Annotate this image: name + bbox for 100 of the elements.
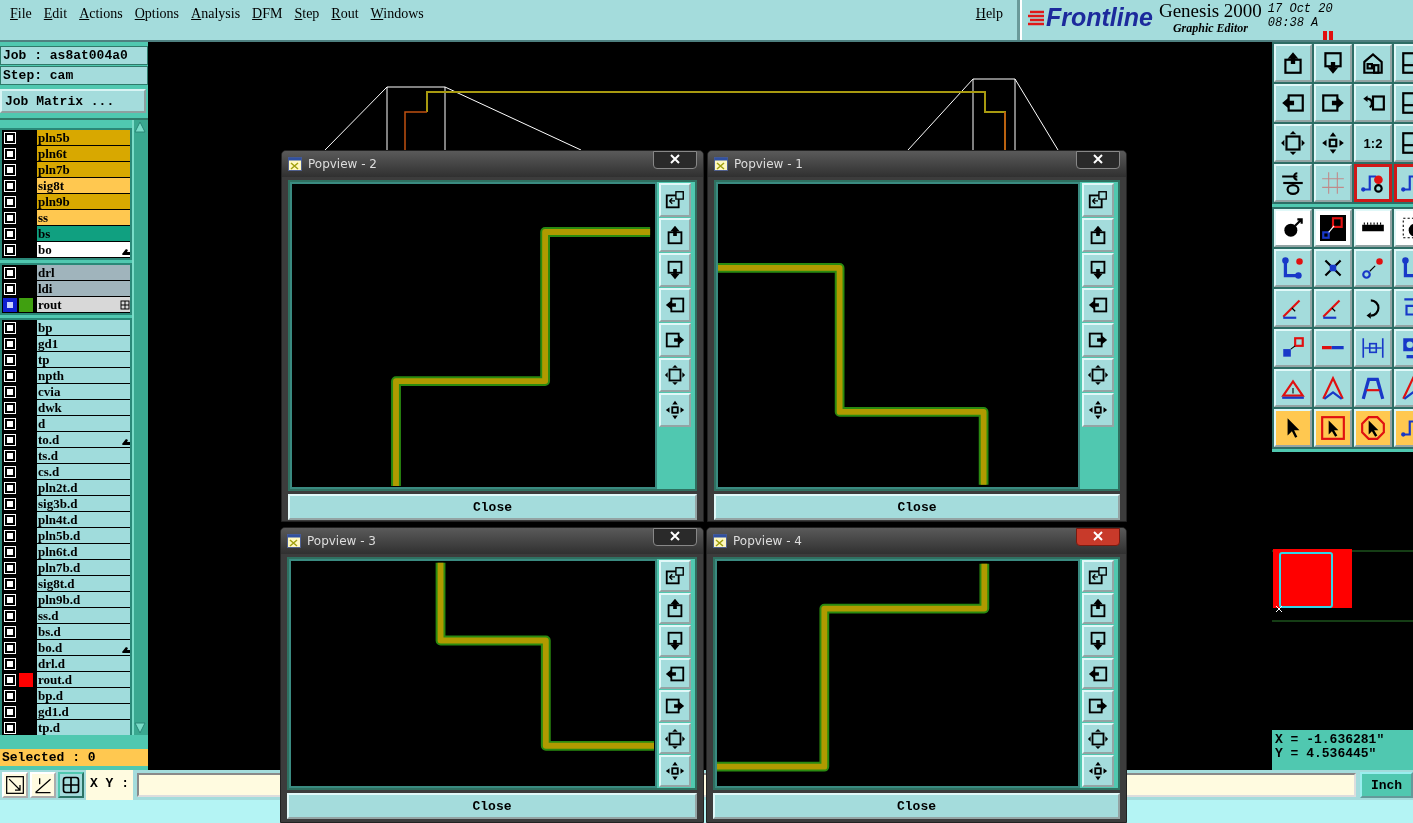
view-button[interactable] (659, 183, 691, 217)
layer-checkbox[interactable] (5, 323, 15, 333)
layer-checkbox[interactable] (5, 284, 15, 294)
layer-name-field[interactable]: cvia (37, 384, 130, 400)
view-button[interactable] (659, 657, 691, 690)
layer-checkbox[interactable] (5, 355, 15, 365)
layer-checkbox[interactable] (5, 197, 15, 207)
view-button[interactable] (659, 625, 691, 657)
view-button[interactable] (1082, 253, 1114, 287)
layer-name-field[interactable]: rout (37, 297, 130, 313)
view-button[interactable] (659, 755, 691, 788)
close-button[interactable] (1076, 151, 1120, 169)
view-button[interactable] (1082, 323, 1114, 357)
layer-checkbox[interactable] (5, 403, 15, 413)
layer-checkbox[interactable] (5, 499, 15, 509)
layer-checkbox[interactable] (5, 579, 15, 589)
layer-name-field[interactable]: npth (37, 368, 130, 384)
view-button[interactable] (659, 323, 691, 357)
menu-item[interactable]: Options (128, 6, 186, 22)
layer-name-field[interactable]: pln4t.d (37, 512, 130, 528)
tool-button[interactable] (58, 772, 84, 798)
view-button[interactable] (659, 560, 691, 592)
layer-name-field[interactable]: sig3b.d (37, 496, 130, 512)
layer-checkbox[interactable] (5, 627, 15, 637)
layer-name-field[interactable]: bo.d (37, 640, 130, 656)
layer-checkbox[interactable] (5, 643, 15, 653)
layer-name-field[interactable]: d (37, 416, 130, 432)
view-button[interactable] (659, 253, 691, 287)
layer-name-field[interactable]: dwk (37, 400, 130, 416)
menu-item[interactable]: Rout (325, 6, 365, 22)
layer-checkbox[interactable] (5, 339, 15, 349)
layer-name-field[interactable]: sig8t.d (37, 576, 130, 592)
view-button[interactable] (1082, 592, 1114, 625)
menu-item[interactable]: Step (288, 6, 326, 22)
layer-checkbox[interactable] (5, 707, 15, 717)
layer-name-field[interactable]: to.d (37, 432, 130, 448)
view-button[interactable] (1082, 657, 1114, 690)
layer-checkbox[interactable] (5, 467, 15, 477)
view-button[interactable] (659, 592, 691, 625)
layer-name-field[interactable]: bs (37, 226, 130, 242)
layer-name-field[interactable]: pln6t (37, 146, 130, 162)
layer-checkbox[interactable] (5, 611, 15, 621)
layer-name-field[interactable]: bo (37, 242, 130, 258)
layer-name-field[interactable]: ss (37, 210, 130, 226)
layer-name-field[interactable]: ldi (37, 281, 130, 297)
layer-name-field[interactable]: gd1.d (37, 704, 130, 720)
layer-checkbox[interactable] (5, 229, 15, 239)
layer-name-field[interactable]: tp (37, 352, 130, 368)
scrollbar[interactable] (132, 120, 148, 735)
layer-checkbox[interactable] (5, 387, 15, 397)
layer-checkbox[interactable] (5, 723, 15, 733)
layer-checkbox[interactable] (5, 133, 15, 143)
layer-checkbox[interactable] (5, 165, 15, 175)
layer-checkbox[interactable] (5, 515, 15, 525)
view-button[interactable] (659, 358, 691, 392)
close-button[interactable] (1076, 528, 1120, 546)
layer-name-field[interactable]: drl (37, 265, 130, 281)
view-button[interactable] (1082, 722, 1114, 755)
layer-name-field[interactable]: drl.d (37, 656, 130, 672)
view-button[interactable] (1082, 690, 1114, 722)
layer-name-field[interactable]: gd1 (37, 336, 130, 352)
menu-item[interactable]: Help (969, 6, 1009, 22)
close-button[interactable]: Close (287, 793, 697, 819)
layer-name-field[interactable]: bp.d (37, 688, 130, 704)
view-button[interactable] (1082, 393, 1114, 427)
layer-checkbox[interactable] (5, 563, 15, 573)
layer-name-field[interactable]: bs.d (37, 624, 130, 640)
layer-checkbox[interactable] (5, 149, 15, 159)
close-button[interactable]: Close (288, 494, 697, 520)
job-matrix-button[interactable]: Job Matrix ... (0, 89, 146, 113)
view-button[interactable] (1082, 560, 1114, 592)
layer-name-field[interactable]: bp (37, 320, 130, 336)
close-button[interactable] (653, 151, 697, 169)
view-button[interactable] (659, 218, 691, 252)
menu-item[interactable]: Windows (364, 6, 430, 22)
layer-checkbox[interactable] (5, 213, 15, 223)
close-button[interactable]: Close (713, 793, 1120, 819)
layer-checkbox[interactable] (5, 691, 15, 701)
layer-name-field[interactable]: sig8t (37, 178, 130, 194)
menu-item[interactable]: Analysis (185, 6, 247, 22)
close-button[interactable]: Close (714, 494, 1120, 520)
menu-item[interactable]: Actions (73, 6, 129, 22)
layer-checkbox[interactable] (5, 245, 15, 255)
layer-name-field[interactable]: cs.d (37, 464, 130, 480)
layer-checkbox[interactable] (5, 547, 15, 557)
layer-name-field[interactable]: pln9b (37, 194, 130, 210)
layer-checkbox[interactable] (5, 300, 15, 310)
layer-checkbox[interactable] (5, 675, 15, 685)
layer-name-field[interactable]: pln7b (37, 162, 130, 178)
layer-checkbox[interactable] (5, 419, 15, 429)
tool-button[interactable]: 1:2 (1354, 124, 1392, 162)
layer-checkbox[interactable] (5, 435, 15, 445)
view-button[interactable] (659, 393, 691, 427)
layer-name-field[interactable]: pln6t.d (37, 544, 130, 560)
layer-name-field[interactable]: rout.d (37, 672, 130, 688)
layer-name-field[interactable]: ss.d (37, 608, 130, 624)
layer-name-field[interactable]: pln9b.d (37, 592, 130, 608)
view-button[interactable] (1082, 288, 1114, 322)
layer-checkbox[interactable] (5, 371, 15, 381)
layer-name-field[interactable]: ts.d (37, 448, 130, 464)
